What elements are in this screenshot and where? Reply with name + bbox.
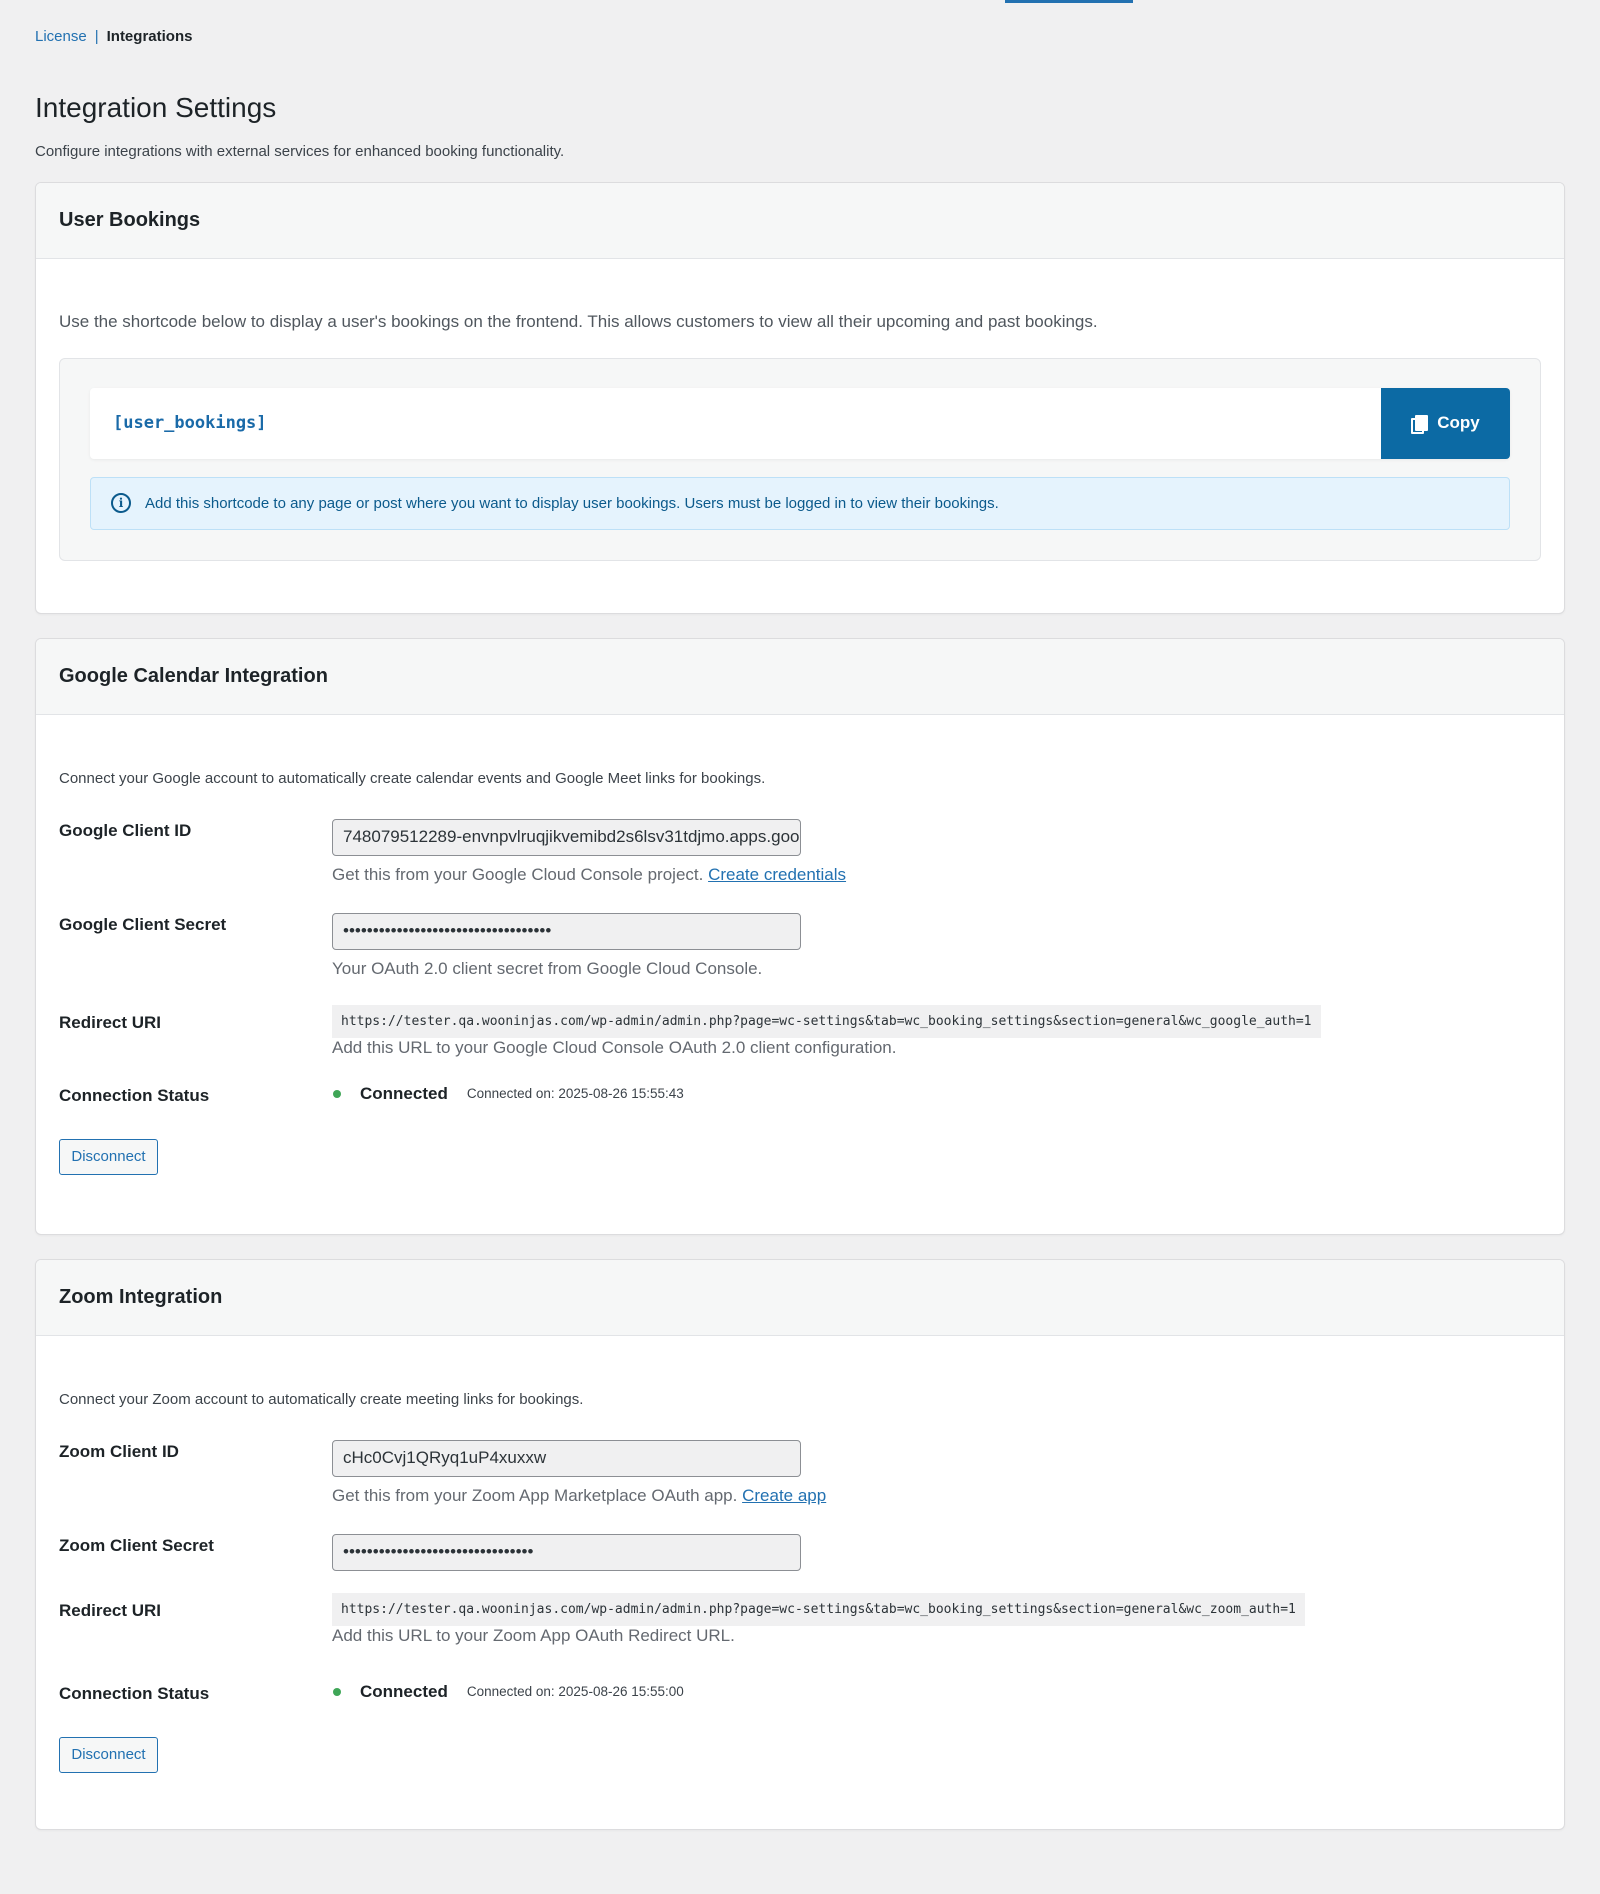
copy-shortcode-button[interactable]: Copy: [1381, 387, 1510, 459]
zoom-redirect-help: Add this URL to your Zoom App OAuth Redi…: [332, 1625, 735, 1645]
zoom-client-secret-row: Zoom Client Secret •••••••••••••••••••••…: [59, 1533, 1541, 1571]
user-bookings-description: Use the shortcode below to display a use…: [59, 311, 1098, 331]
zoom-redirect-label: Redirect URI: [59, 1600, 162, 1620]
page-intro: Configure integrations with external ser…: [35, 142, 565, 160]
page: License | Integrations Integration Setti…: [0, 0, 1600, 1830]
google-client-id-label: Google Client ID: [59, 820, 192, 840]
zoom-redirect-uri[interactable]: https://tester.qa.wooninjas.com/wp-admin…: [332, 1592, 1305, 1626]
zoom-client-id-help: Get this from your Zoom App Marketplace …: [332, 1486, 1541, 1506]
top-tab-indicator: [1005, 0, 1133, 3]
google-client-secret-label: Google Client Secret: [59, 914, 227, 934]
google-redirect-help: Add this URL to your Google Cloud Consol…: [332, 1037, 897, 1057]
zoom-client-id-input[interactable]: cHc0Cvj1QRyq1uP4xuxxw: [332, 1439, 801, 1477]
shortcode-row: [user_bookings] Copy: [90, 387, 1510, 459]
google-status-text: Connected: [360, 1083, 448, 1103]
breadcrumb-license-link[interactable]: License: [35, 28, 87, 45]
copy-icon: [1411, 415, 1429, 435]
breadcrumb-separator: |: [94, 27, 99, 45]
google-status-row: Connection Status Connected Connected on…: [59, 1084, 1541, 1106]
google-client-secret-row: Google Client Secret •••••••••••••••••••…: [59, 912, 1541, 979]
zoom-status-dot: [333, 1687, 341, 1696]
info-icon: i: [111, 493, 131, 514]
google-client-id-row: Google Client ID 748079512289-envnpvlruq…: [59, 818, 1541, 885]
zoom-status-row: Connection Status Connected Connected on…: [59, 1682, 1541, 1704]
breadcrumb: License | Integrations: [35, 26, 1565, 46]
google-calendar-card: Google Calendar Integration Connect your…: [35, 637, 1565, 1235]
google-client-id-input[interactable]: 748079512289-envnpvlruqjikvemibd2s6lsv31…: [332, 818, 801, 856]
shortcode-notice-text: Add this shortcode to any page or post w…: [145, 494, 999, 512]
google-calendar-title: Google Calendar Integration: [36, 638, 1564, 715]
zoom-status-text: Connected: [360, 1681, 448, 1701]
zoom-client-secret-label: Zoom Client Secret: [59, 1535, 214, 1555]
zoom-status-label: Connection Status: [59, 1683, 210, 1703]
zoom-client-id-help-text: Get this from your Zoom App Marketplace …: [332, 1485, 738, 1505]
google-redirect-label: Redirect URI: [59, 1012, 162, 1032]
zoom-client-id-label: Zoom Client ID: [59, 1441, 179, 1461]
google-client-id-help-text: Get this from your Google Cloud Console …: [332, 864, 704, 884]
google-redirect-row: Redirect URI https://tester.qa.wooninjas…: [59, 1004, 1541, 1058]
google-client-secret-input[interactable]: •••••••••••••••••••••••••••••••••••: [332, 912, 801, 950]
zoom-client-id-row: Zoom Client ID cHc0Cvj1QRyq1uP4xuxxw Get…: [59, 1439, 1541, 1506]
google-redirect-uri[interactable]: https://tester.qa.wooninjas.com/wp-admin…: [332, 1004, 1321, 1038]
zoom-status-time: Connected on: 2025-08-26 15:55:00: [466, 1684, 684, 1700]
zoom-description: Connect your Zoom account to automatical…: [59, 1390, 584, 1408]
zoom-client-secret-input[interactable]: ••••••••••••••••••••••••••••••••: [332, 1533, 801, 1571]
create-credentials-link[interactable]: Create credentials: [708, 865, 846, 884]
google-description: Connect your Google account to automatic…: [59, 769, 766, 787]
copy-button-label: Copy: [1437, 413, 1480, 433]
zoom-disconnect-button[interactable]: Disconnect: [59, 1736, 158, 1773]
shortcode-box: [user_bookings] Copy i Add this shortcod…: [59, 357, 1541, 561]
google-client-id-help: Get this from your Google Cloud Console …: [332, 865, 1541, 885]
zoom-title: Zoom Integration: [36, 1259, 1564, 1336]
google-status-time: Connected on: 2025-08-26 15:55:43: [466, 1086, 684, 1102]
page-title: Integration Settings: [35, 92, 277, 123]
user-bookings-card: User Bookings Use the shortcode below to…: [35, 181, 1565, 614]
shortcode-text[interactable]: [user_bookings]: [90, 388, 1381, 459]
google-status-dot: [333, 1089, 341, 1098]
user-bookings-title: User Bookings: [36, 182, 1564, 259]
zoom-redirect-row: Redirect URI https://tester.qa.wooninjas…: [59, 1592, 1541, 1646]
shortcode-notice: i Add this shortcode to any page or post…: [90, 476, 1510, 530]
google-status-label: Connection Status: [59, 1085, 210, 1105]
create-app-link[interactable]: Create app: [742, 1486, 826, 1505]
breadcrumb-current: Integrations: [106, 27, 193, 45]
zoom-card: Zoom Integration Connect your Zoom accou…: [35, 1258, 1565, 1830]
google-client-secret-help: Your OAuth 2.0 client secret from Google…: [332, 958, 763, 978]
google-disconnect-button[interactable]: Disconnect: [59, 1138, 158, 1175]
